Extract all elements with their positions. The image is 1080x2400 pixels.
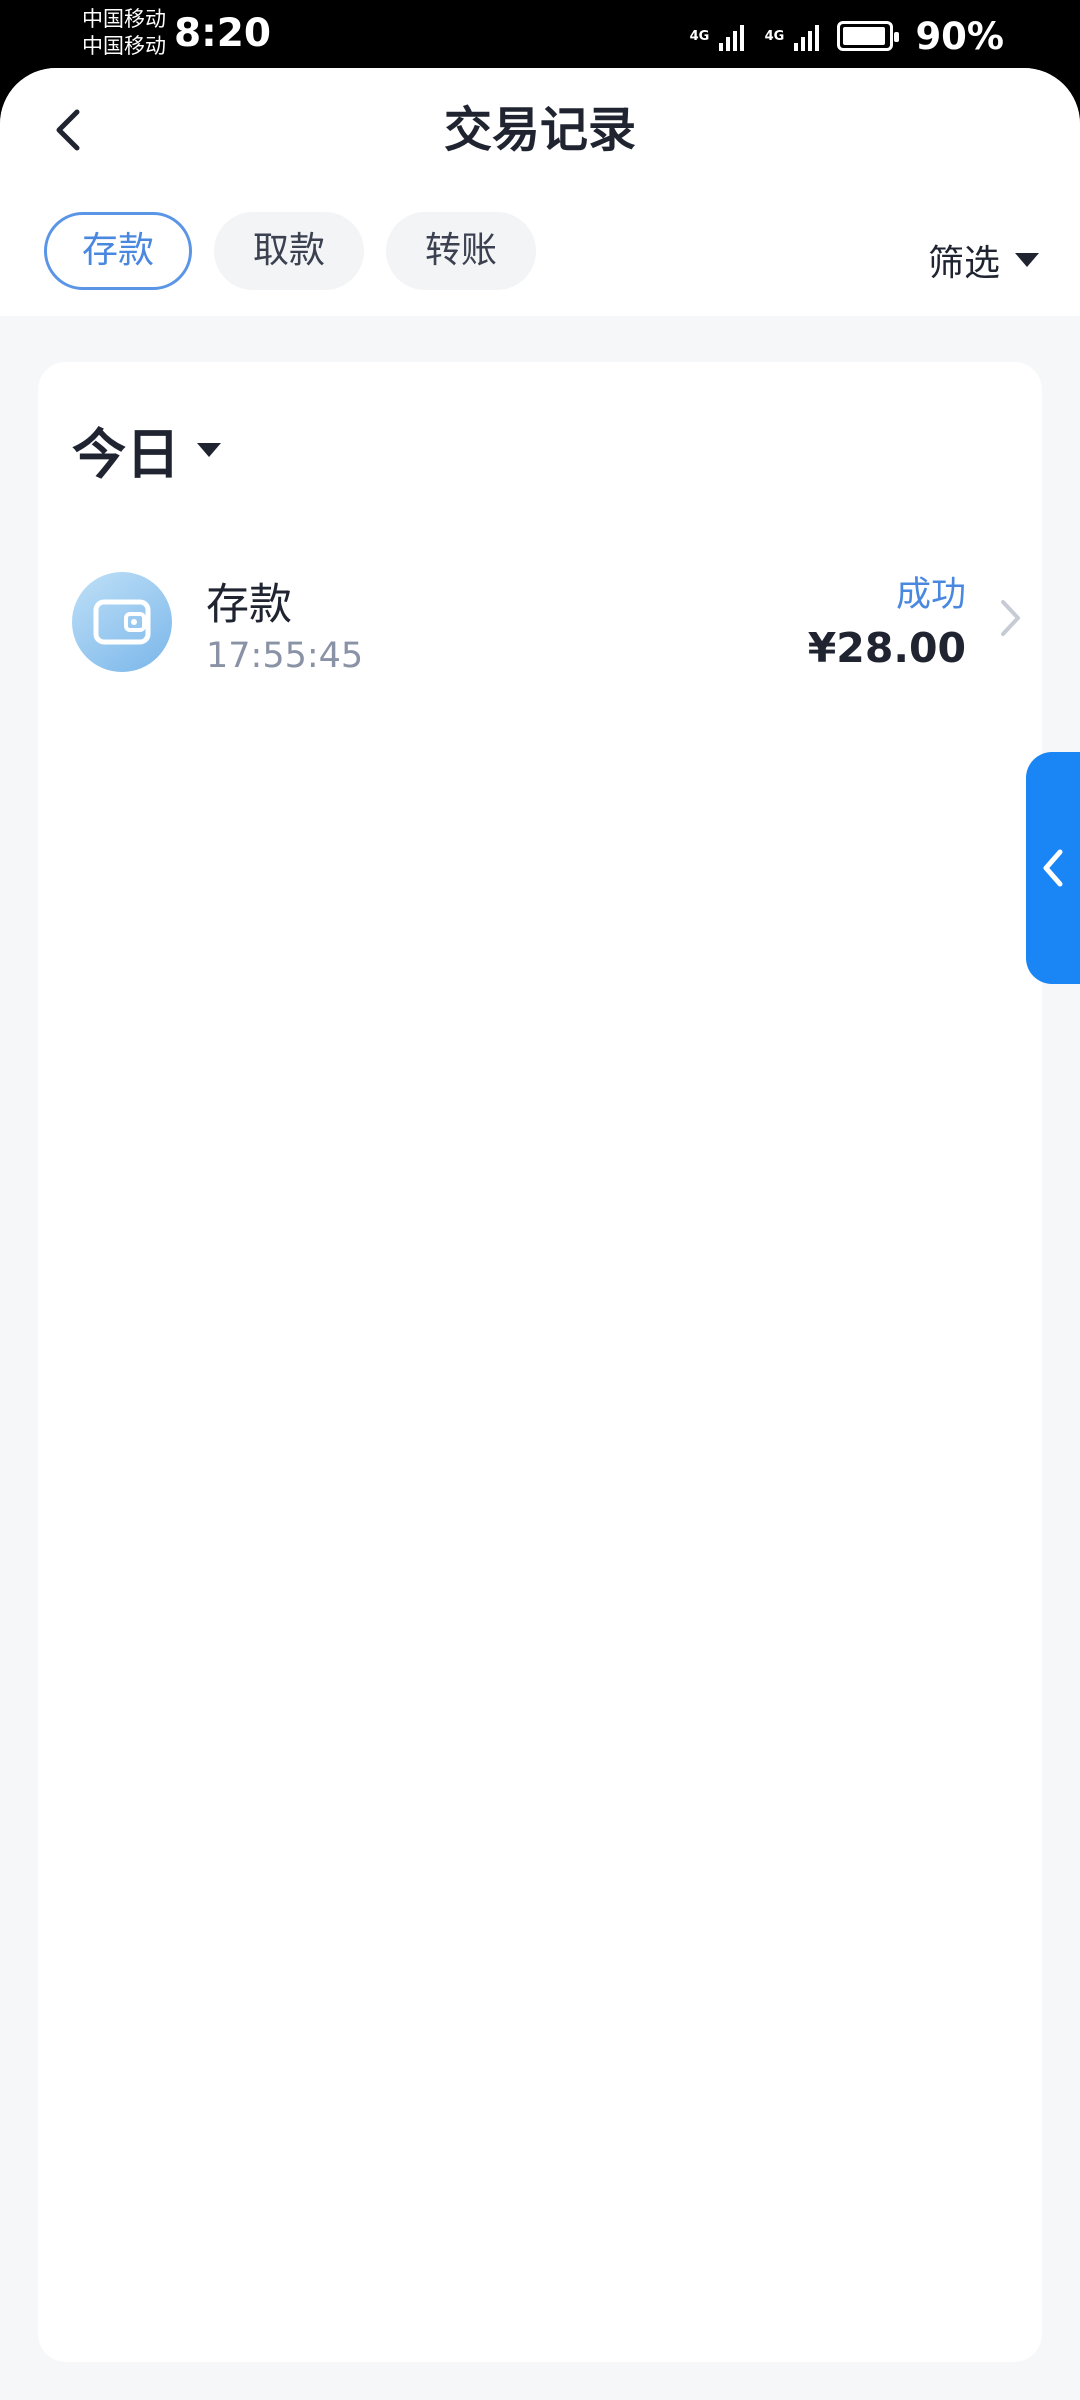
chevron-left-icon bbox=[1043, 849, 1063, 887]
battery-icon bbox=[837, 21, 900, 51]
transaction-amount: ¥28.00 bbox=[807, 624, 966, 672]
tab-withdraw[interactable]: 取款 bbox=[214, 212, 364, 290]
filter-label: 筛选 bbox=[927, 243, 1000, 284]
carrier-2: 中国移动 bbox=[82, 34, 166, 58]
type-tabs: 存款 取款 转账 bbox=[44, 212, 536, 290]
transaction-row[interactable]: 存款 17:55:45 成功 ¥28.00 bbox=[72, 572, 1022, 676]
chevron-right-icon bbox=[1001, 600, 1020, 636]
transaction-time: 17:55:45 bbox=[206, 636, 364, 676]
side-float-handle[interactable] bbox=[1026, 752, 1080, 984]
signal-icon bbox=[719, 21, 745, 51]
caret-down-icon bbox=[197, 442, 221, 457]
transaction-type: 存款 bbox=[206, 580, 292, 630]
network-type-1: 4G bbox=[689, 28, 710, 44]
filter-button[interactable]: 筛选 bbox=[928, 234, 1040, 286]
tab-deposit[interactable]: 存款 bbox=[44, 212, 192, 290]
wallet-icon bbox=[72, 572, 172, 672]
records-card: 今日 存款 17:55:45 成功 ¥28.00 bbox=[38, 362, 1042, 2362]
status-time: 8:20 bbox=[174, 11, 272, 56]
app-header: 交易记录 存款 取款 转账 筛选 bbox=[0, 68, 1080, 316]
caret-down-icon bbox=[1015, 253, 1039, 267]
battery-level: 90% bbox=[915, 14, 1004, 58]
transaction-status: 成功 bbox=[895, 575, 966, 615]
status-indicators: 4G 4G 90% bbox=[689, 14, 1004, 58]
page-title: 交易记录 bbox=[443, 102, 636, 158]
network-type-2: 4G bbox=[764, 28, 785, 44]
carrier-1: 中国移动 bbox=[82, 7, 166, 31]
date-selector[interactable]: 今日 bbox=[72, 410, 222, 489]
app-container: 交易记录 存款 取款 转账 筛选 今日 存款 17:55:45 成功 ¥28.0… bbox=[0, 68, 1080, 2400]
carrier-info: 中国移动 中国移动 bbox=[82, 6, 166, 60]
status-bar: 中国移动 中国移动 8:20 4G 4G 90% bbox=[0, 0, 1080, 68]
phone-screen: 中国移动 中国移动 8:20 4G 4G 90% 交易记录 存款 取款 转账 筛… bbox=[0, 0, 1080, 2400]
date-label: 今日 bbox=[72, 423, 180, 486]
signal-icon bbox=[794, 21, 820, 51]
tab-transfer[interactable]: 转账 bbox=[386, 212, 536, 290]
